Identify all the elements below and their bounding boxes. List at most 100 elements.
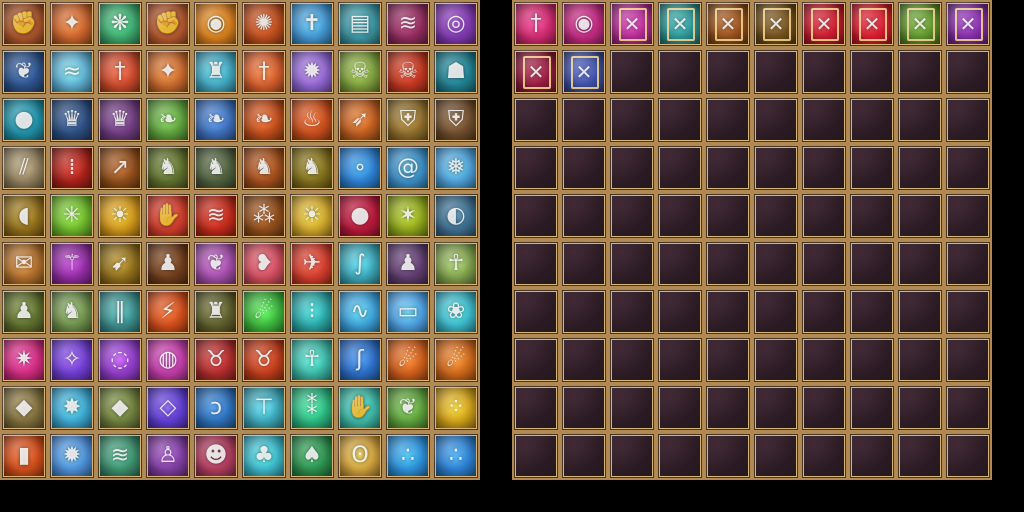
empty-inventory-slot[interactable] bbox=[560, 336, 608, 384]
skill-slot[interactable]: ● bbox=[336, 192, 384, 240]
skill-slot[interactable]: ♜ bbox=[192, 48, 240, 96]
inventory-slot[interactable]: ✕ bbox=[800, 0, 848, 48]
empty-inventory-slot[interactable] bbox=[848, 240, 896, 288]
skill-slot[interactable]: ◆ bbox=[0, 384, 48, 432]
skill-slot[interactable]: ʘ bbox=[336, 432, 384, 480]
empty-inventory-slot[interactable] bbox=[896, 288, 944, 336]
skill-slot[interactable]: ⚚ bbox=[48, 240, 96, 288]
empty-inventory-slot[interactable] bbox=[512, 96, 560, 144]
skill-slot[interactable]: ♠ bbox=[288, 432, 336, 480]
skill-slot[interactable]: ✳ bbox=[48, 192, 96, 240]
empty-inventory-slot[interactable] bbox=[800, 192, 848, 240]
skill-slot[interactable]: ✹ bbox=[48, 432, 96, 480]
skill-slot[interactable]: ⁑ bbox=[288, 384, 336, 432]
empty-inventory-slot[interactable] bbox=[512, 336, 560, 384]
empty-inventory-slot[interactable] bbox=[656, 96, 704, 144]
skill-slot[interactable]: ✦ bbox=[144, 48, 192, 96]
empty-inventory-slot[interactable] bbox=[800, 288, 848, 336]
empty-inventory-slot[interactable] bbox=[512, 432, 560, 480]
empty-inventory-slot[interactable] bbox=[512, 144, 560, 192]
inventory-slot[interactable]: ✕ bbox=[848, 0, 896, 48]
empty-inventory-slot[interactable] bbox=[896, 192, 944, 240]
skill-slot[interactable]: † bbox=[240, 48, 288, 96]
empty-inventory-slot[interactable] bbox=[656, 384, 704, 432]
skill-slot[interactable]: ⛨ bbox=[384, 96, 432, 144]
empty-inventory-slot[interactable] bbox=[608, 144, 656, 192]
empty-inventory-slot[interactable] bbox=[704, 144, 752, 192]
skill-slot[interactable]: ∴ bbox=[432, 432, 480, 480]
empty-inventory-slot[interactable] bbox=[704, 96, 752, 144]
empty-inventory-slot[interactable] bbox=[896, 144, 944, 192]
skill-slot[interactable]: ⁝ bbox=[288, 288, 336, 336]
empty-inventory-slot[interactable] bbox=[944, 144, 992, 192]
empty-inventory-slot[interactable] bbox=[656, 48, 704, 96]
empty-inventory-slot[interactable] bbox=[944, 48, 992, 96]
skill-slot[interactable]: ◌ bbox=[96, 336, 144, 384]
empty-inventory-slot[interactable] bbox=[608, 432, 656, 480]
skill-slot[interactable]: ‖ bbox=[96, 288, 144, 336]
empty-inventory-slot[interactable] bbox=[512, 240, 560, 288]
skill-slot[interactable]: ♞ bbox=[48, 288, 96, 336]
skill-slot[interactable]: ◐ bbox=[432, 192, 480, 240]
empty-inventory-slot[interactable] bbox=[896, 96, 944, 144]
skill-slot[interactable]: ✧ bbox=[48, 336, 96, 384]
empty-inventory-slot[interactable] bbox=[944, 288, 992, 336]
skill-slot[interactable]: ♙ bbox=[144, 432, 192, 480]
inventory-slot[interactable]: † bbox=[512, 0, 560, 48]
skill-slot[interactable]: ▭ bbox=[384, 288, 432, 336]
skill-slot[interactable]: ♛ bbox=[96, 96, 144, 144]
empty-inventory-slot[interactable] bbox=[752, 384, 800, 432]
skill-slot[interactable]: ♨ bbox=[288, 96, 336, 144]
empty-inventory-slot[interactable] bbox=[704, 336, 752, 384]
skill-slot[interactable]: ♣ bbox=[240, 432, 288, 480]
skill-slot[interactable]: ♟ bbox=[144, 240, 192, 288]
skill-slot[interactable]: ♞ bbox=[144, 144, 192, 192]
skill-slot[interactable]: ◎ bbox=[432, 0, 480, 48]
skill-slot[interactable]: ❋ bbox=[96, 0, 144, 48]
skill-slot[interactable]: ✈ bbox=[288, 240, 336, 288]
empty-inventory-slot[interactable] bbox=[560, 384, 608, 432]
skill-slot[interactable]: ✺ bbox=[240, 0, 288, 48]
empty-inventory-slot[interactable] bbox=[560, 432, 608, 480]
skill-slot[interactable]: ☻ bbox=[192, 432, 240, 480]
skill-slot[interactable]: ⚡ bbox=[144, 288, 192, 336]
empty-inventory-slot[interactable] bbox=[800, 96, 848, 144]
empty-inventory-slot[interactable] bbox=[656, 192, 704, 240]
inventory-slot[interactable]: ✕ bbox=[752, 0, 800, 48]
skill-slot[interactable]: † bbox=[96, 48, 144, 96]
empty-inventory-slot[interactable] bbox=[704, 288, 752, 336]
skill-slot[interactable]: ≈ bbox=[48, 48, 96, 96]
inventory-slot[interactable]: ✕ bbox=[656, 0, 704, 48]
skill-slot[interactable]: ☄ bbox=[384, 336, 432, 384]
empty-inventory-slot[interactable] bbox=[800, 240, 848, 288]
empty-inventory-slot[interactable] bbox=[704, 384, 752, 432]
skill-slot[interactable]: ♟ bbox=[384, 240, 432, 288]
empty-inventory-slot[interactable] bbox=[608, 240, 656, 288]
skill-slot[interactable]: ✹ bbox=[288, 48, 336, 96]
empty-inventory-slot[interactable] bbox=[704, 240, 752, 288]
empty-inventory-slot[interactable] bbox=[752, 144, 800, 192]
empty-inventory-slot[interactable] bbox=[512, 288, 560, 336]
skill-slot[interactable]: ≋ bbox=[384, 0, 432, 48]
empty-inventory-slot[interactable] bbox=[752, 432, 800, 480]
empty-inventory-slot[interactable] bbox=[704, 432, 752, 480]
inventory-slot[interactable]: ✕ bbox=[560, 48, 608, 96]
skill-slot[interactable]: ☠ bbox=[384, 48, 432, 96]
skill-slot[interactable]: ♞ bbox=[192, 144, 240, 192]
skill-slot[interactable]: ∫ bbox=[336, 240, 384, 288]
empty-inventory-slot[interactable] bbox=[608, 48, 656, 96]
skill-slot[interactable]: ❦ bbox=[192, 240, 240, 288]
empty-inventory-slot[interactable] bbox=[608, 336, 656, 384]
skill-slot[interactable]: ➹ bbox=[96, 240, 144, 288]
skill-slot[interactable]: ♞ bbox=[288, 144, 336, 192]
skill-slot[interactable]: ▮ bbox=[0, 432, 48, 480]
skill-slot[interactable]: ❦ bbox=[0, 48, 48, 96]
skill-slot[interactable]: ✝ bbox=[288, 0, 336, 48]
empty-inventory-slot[interactable] bbox=[944, 96, 992, 144]
skill-slot[interactable]: ⁂ bbox=[240, 192, 288, 240]
empty-inventory-slot[interactable] bbox=[848, 48, 896, 96]
empty-inventory-slot[interactable] bbox=[752, 240, 800, 288]
empty-inventory-slot[interactable] bbox=[704, 48, 752, 96]
skill-slot[interactable]: ☄ bbox=[240, 288, 288, 336]
empty-inventory-slot[interactable] bbox=[896, 48, 944, 96]
